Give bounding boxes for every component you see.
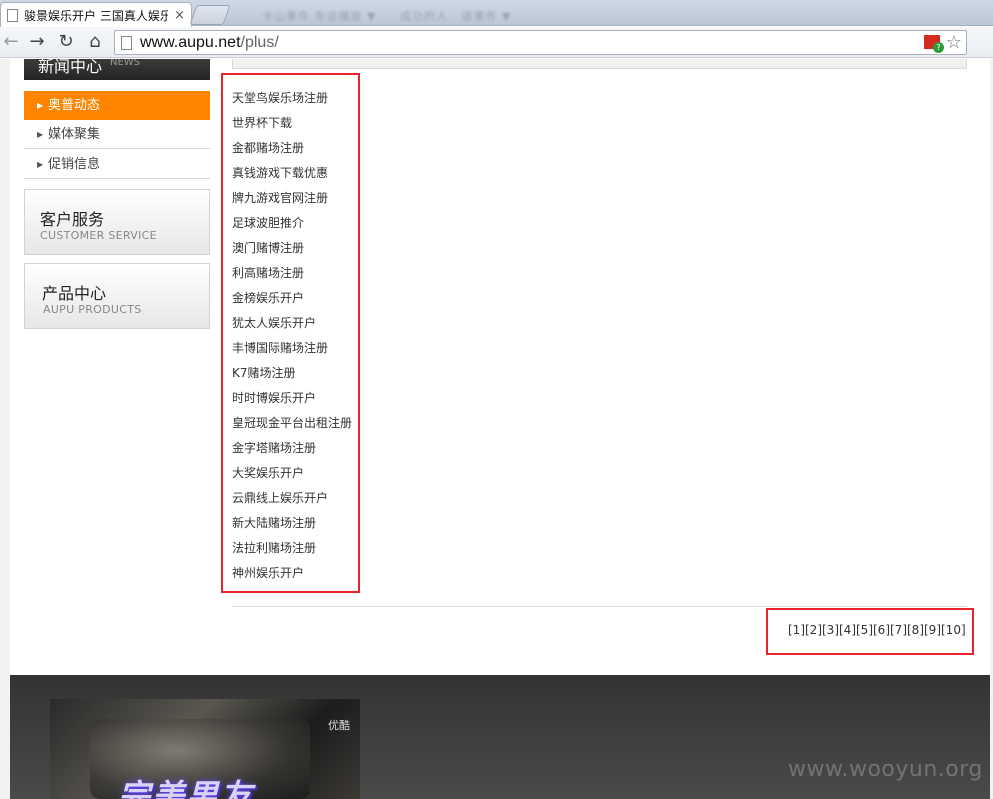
new-tab-button[interactable] bbox=[189, 5, 231, 25]
extension-flag-icon[interactable] bbox=[924, 35, 944, 53]
sidebar-item-media[interactable]: ▶ 媒体聚集 bbox=[24, 120, 210, 149]
tab-title: 骏景娱乐开户 三国真人娱乐 bbox=[24, 8, 169, 23]
arrow-right-icon: ▶ bbox=[37, 101, 44, 110]
page-icon bbox=[7, 8, 18, 22]
browser-toolbar: ← → ↻ ⌂ www.aupu.net /plus/ ☆ » bbox=[0, 27, 993, 76]
video-thumbnail[interactable]: 优酷 完美男友 bbox=[50, 699, 360, 799]
page-info-icon[interactable] bbox=[121, 35, 132, 50]
customer-service-subtitle: CUSTOMER SERVICE bbox=[40, 229, 157, 242]
news-section-header: 新闻中心 NEWS bbox=[24, 59, 210, 80]
forward-icon[interactable]: → bbox=[26, 31, 48, 53]
address-bar[interactable]: www.aupu.net /plus/ ☆ bbox=[114, 30, 967, 55]
sidebar-item-label: 媒体聚集 bbox=[48, 127, 101, 142]
home-icon[interactable]: ⌂ bbox=[84, 31, 106, 53]
content-top-rule bbox=[232, 59, 967, 69]
url-path: /plus/ bbox=[240, 33, 279, 51]
tab-close-icon[interactable]: × bbox=[174, 8, 185, 23]
blurred-bookmark[interactable]: 卡山事件 车运播放 ▼ bbox=[262, 8, 376, 24]
products-subtitle: AUPU PRODUCTS bbox=[43, 303, 142, 316]
url-host: www.aupu.net bbox=[140, 33, 241, 51]
sidebar-item-label: 促销信息 bbox=[48, 157, 101, 172]
news-title-en: NEWS bbox=[110, 59, 141, 68]
browser-tab-active[interactable]: 骏景娱乐开户 三国真人娱乐 × bbox=[0, 2, 192, 27]
news-title: 新闻中心 bbox=[38, 59, 103, 76]
blurred-bookmark[interactable]: 成功的人 · 道事件 ▼ bbox=[400, 8, 511, 24]
watermark: www.wooyun.org bbox=[788, 757, 983, 782]
highlight-box-pagination bbox=[766, 608, 974, 655]
highlight-box-links bbox=[221, 73, 360, 593]
back-icon[interactable]: ← bbox=[0, 31, 22, 53]
products-box[interactable]: 产品中心 AUPU PRODUCTS bbox=[24, 263, 210, 329]
reload-icon[interactable]: ↻ bbox=[55, 31, 77, 53]
tab-strip: 骏景娱乐开户 三国真人娱乐 × 卡山事件 车运播放 ▼ 成功的人 · 道事件 ▼ bbox=[0, 0, 993, 27]
bookmark-star-icon[interactable]: ☆ bbox=[946, 32, 962, 53]
customer-service-box[interactable]: 客户服务 CUSTOMER SERVICE bbox=[24, 189, 210, 255]
customer-service-title: 客户服务 bbox=[40, 210, 105, 229]
content-bottom-rule bbox=[232, 606, 967, 607]
sidebar-item-promotions[interactable]: ▶ 促销信息 bbox=[24, 150, 210, 179]
video-brand-label: 优酷 bbox=[328, 719, 350, 732]
page-margin-left bbox=[0, 59, 10, 799]
arrow-right-icon: ▶ bbox=[37, 160, 44, 169]
sidebar-item-aupu-news[interactable]: ▶ 奥普动态 bbox=[24, 91, 210, 120]
video-caption: 完美男友 bbox=[118, 777, 255, 799]
products-title: 产品中心 bbox=[42, 284, 107, 303]
sidebar-item-label: 奥普动态 bbox=[48, 98, 101, 113]
arrow-right-icon: ▶ bbox=[37, 130, 44, 139]
